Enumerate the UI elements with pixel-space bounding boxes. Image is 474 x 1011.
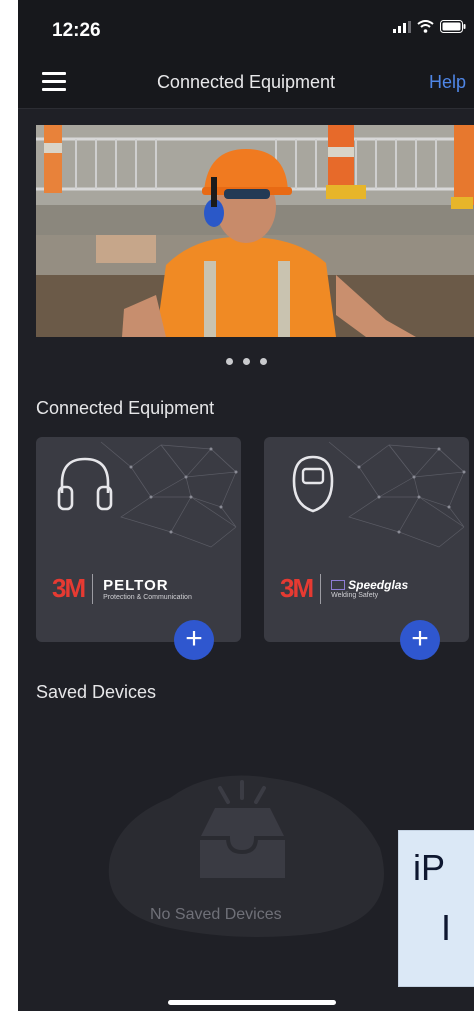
peltor-wordmark: PELTOR bbox=[103, 576, 169, 594]
headphones-icon bbox=[57, 457, 113, 511]
status-icons bbox=[393, 20, 466, 33]
speedglas-equipment-card[interactable]: 3M Speedglas Welding Safety bbox=[264, 437, 469, 642]
top-navigation-bar: Connected Equipment Help bbox=[18, 58, 474, 109]
welding-mask-icon bbox=[292, 455, 334, 513]
help-link[interactable]: Help bbox=[429, 72, 466, 93]
signal-icon bbox=[393, 20, 411, 33]
peltor-brand-logo: 3M PELTOR Protection & Communication bbox=[52, 573, 192, 604]
no-saved-devices-message: No Saved Devices bbox=[150, 906, 282, 923]
logo-divider bbox=[320, 573, 322, 604]
connected-equipment-heading: Connected Equipment bbox=[36, 398, 215, 418]
caption-overlay: iP I bbox=[398, 830, 474, 987]
peltor-tagline: Protection & Communication bbox=[103, 593, 192, 601]
caption-line-2: I bbox=[441, 907, 452, 948]
speedglas-tagline: Welding Safety bbox=[331, 592, 379, 599]
page-dot[interactable] bbox=[242, 358, 250, 365]
status-bar: 12:26 bbox=[18, 0, 474, 58]
logo-divider bbox=[92, 573, 94, 604]
hero-carousel-image[interactable] bbox=[36, 125, 474, 337]
add-peltor-device-button[interactable]: + bbox=[174, 620, 214, 660]
page-dot[interactable] bbox=[259, 358, 267, 365]
add-speedglas-device-button[interactable]: + bbox=[400, 620, 440, 660]
home-indicator[interactable] bbox=[168, 1000, 336, 1005]
speedglas-wordmark: Speedglas bbox=[348, 578, 409, 592]
speedglas-square-icon bbox=[331, 580, 346, 590]
3m-logo: 3M bbox=[280, 573, 314, 603]
status-time: 12:26 bbox=[52, 20, 101, 41]
battery-icon bbox=[440, 20, 466, 33]
page-dot[interactable] bbox=[225, 358, 233, 365]
worker-photo bbox=[36, 125, 474, 337]
page-title: Connected Equipment bbox=[156, 72, 336, 92]
peltor-equipment-card[interactable]: 3M PELTOR Protection & Communication bbox=[36, 437, 241, 642]
3m-logo: 3M bbox=[52, 573, 86, 603]
caption-line-1: iP bbox=[413, 847, 446, 888]
carousel-page-indicator[interactable] bbox=[18, 352, 474, 370]
wifi-icon bbox=[417, 20, 434, 33]
speedglas-brand-logo: 3M Speedglas Welding Safety bbox=[280, 573, 408, 604]
saved-devices-heading: Saved Devices bbox=[36, 682, 157, 702]
